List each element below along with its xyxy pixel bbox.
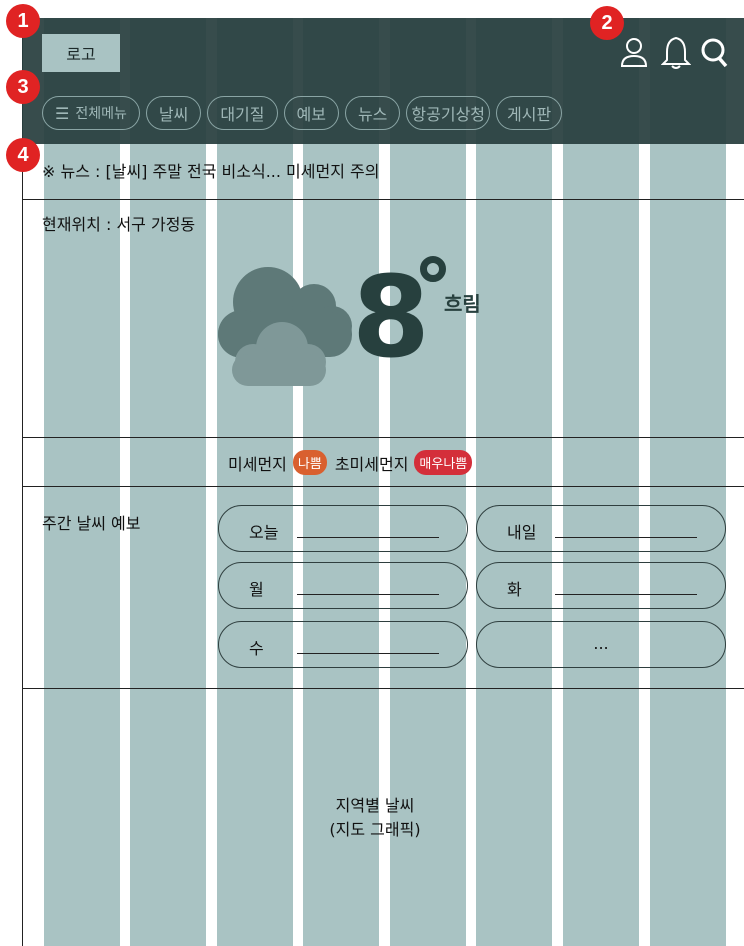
forecast-more-button[interactable]: ... bbox=[476, 621, 726, 668]
day-label: 오늘 bbox=[249, 523, 279, 542]
nav-label: 전체메뉴 bbox=[75, 106, 127, 122]
nav-forecast[interactable]: 예보 bbox=[283, 96, 339, 130]
forecast-value-line bbox=[297, 653, 439, 654]
divider bbox=[22, 688, 744, 689]
bell-icon[interactable] bbox=[660, 34, 692, 70]
forecast-day-today[interactable]: 오늘 bbox=[218, 505, 468, 552]
cloudy-icon bbox=[218, 262, 358, 390]
forecast-value-line bbox=[297, 537, 439, 538]
weekly-forecast-title: 주간 날씨 예보 bbox=[42, 514, 141, 533]
pm25-status-badge: 매우나쁨 bbox=[414, 450, 473, 475]
divider bbox=[22, 486, 744, 487]
nav-news[interactable]: 뉴스 bbox=[344, 96, 401, 130]
pm10-label: 미세먼지 bbox=[228, 454, 287, 474]
day-label: 화 bbox=[507, 580, 522, 599]
current-location: 현재위치 : 서구 가정동 bbox=[42, 215, 196, 234]
forecast-day-tomorrow[interactable]: 내일 bbox=[476, 505, 726, 552]
pm10-status-badge: 나쁨 bbox=[292, 450, 327, 475]
air-quality-row: 미세먼지 나쁨 초미세먼지 매우나쁨 bbox=[228, 450, 480, 475]
nav-weather[interactable]: 날씨 bbox=[145, 96, 202, 130]
temperature-value: 8 bbox=[352, 253, 430, 383]
forecast-day-tue[interactable]: 화 bbox=[476, 562, 726, 609]
more-label: ... bbox=[593, 634, 609, 653]
annotation-marker: 3 bbox=[6, 70, 40, 104]
forecast-day-wed[interactable]: 수 bbox=[218, 621, 468, 668]
menu-icon: ☰ bbox=[55, 103, 70, 123]
nav-all-menu[interactable]: ☰ 전체메뉴 bbox=[42, 96, 140, 130]
map-subtitle: (지도 그래픽) bbox=[329, 820, 421, 839]
map-title: 지역별 날씨 bbox=[335, 796, 415, 815]
pm25-label: 초미세먼지 bbox=[334, 454, 409, 474]
logo[interactable]: 로고 bbox=[42, 34, 120, 72]
nav-aviation[interactable]: 항공기상청 bbox=[406, 96, 491, 130]
weather-condition: 흐림 bbox=[444, 292, 481, 316]
header-bar: 로고 ☰ 전체메뉴 날씨 대기질 예보 뉴스 항공기상청 게시판 bbox=[22, 18, 744, 144]
regional-weather-map[interactable]: 지역별 날씨 (지도 그래픽) bbox=[300, 794, 450, 842]
main-nav: ☰ 전체메뉴 날씨 대기질 예보 뉴스 항공기상청 게시판 bbox=[42, 96, 563, 130]
divider bbox=[22, 199, 744, 200]
search-icon[interactable] bbox=[699, 34, 729, 70]
nav-air-quality[interactable]: 대기질 bbox=[207, 96, 278, 130]
day-label: 내일 bbox=[507, 523, 537, 542]
annotation-marker: 1 bbox=[6, 4, 40, 38]
annotation-marker: 2 bbox=[590, 6, 624, 40]
forecast-day-mon[interactable]: 월 bbox=[218, 562, 468, 609]
degree-symbol bbox=[420, 256, 446, 282]
day-label: 수 bbox=[249, 639, 264, 658]
annotation-marker: 4 bbox=[6, 138, 40, 172]
forecast-value-line bbox=[555, 537, 697, 538]
day-label: 월 bbox=[249, 580, 264, 599]
user-icon[interactable] bbox=[619, 34, 649, 70]
forecast-value-line bbox=[297, 594, 439, 595]
news-ticker[interactable]: ※ 뉴스 : [날씨] 주말 전국 비소식... 미세먼지 주의 bbox=[42, 158, 379, 182]
nav-board[interactable]: 게시판 bbox=[496, 96, 563, 130]
divider bbox=[22, 437, 744, 438]
forecast-value-line bbox=[555, 594, 697, 595]
